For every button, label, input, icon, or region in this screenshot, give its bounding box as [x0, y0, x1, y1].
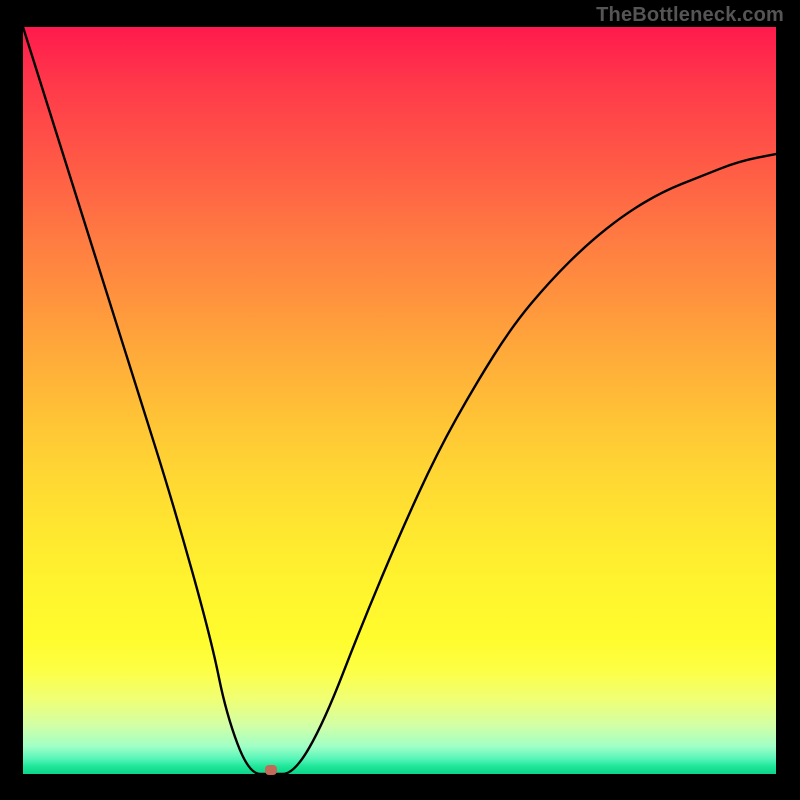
bottleneck-curve [23, 27, 776, 774]
curve-svg [23, 27, 776, 774]
plot-area [23, 27, 776, 774]
optimal-point-marker [265, 765, 277, 775]
watermark-text: TheBottleneck.com [596, 4, 784, 27]
chart-frame: TheBottleneck.com [0, 0, 800, 800]
